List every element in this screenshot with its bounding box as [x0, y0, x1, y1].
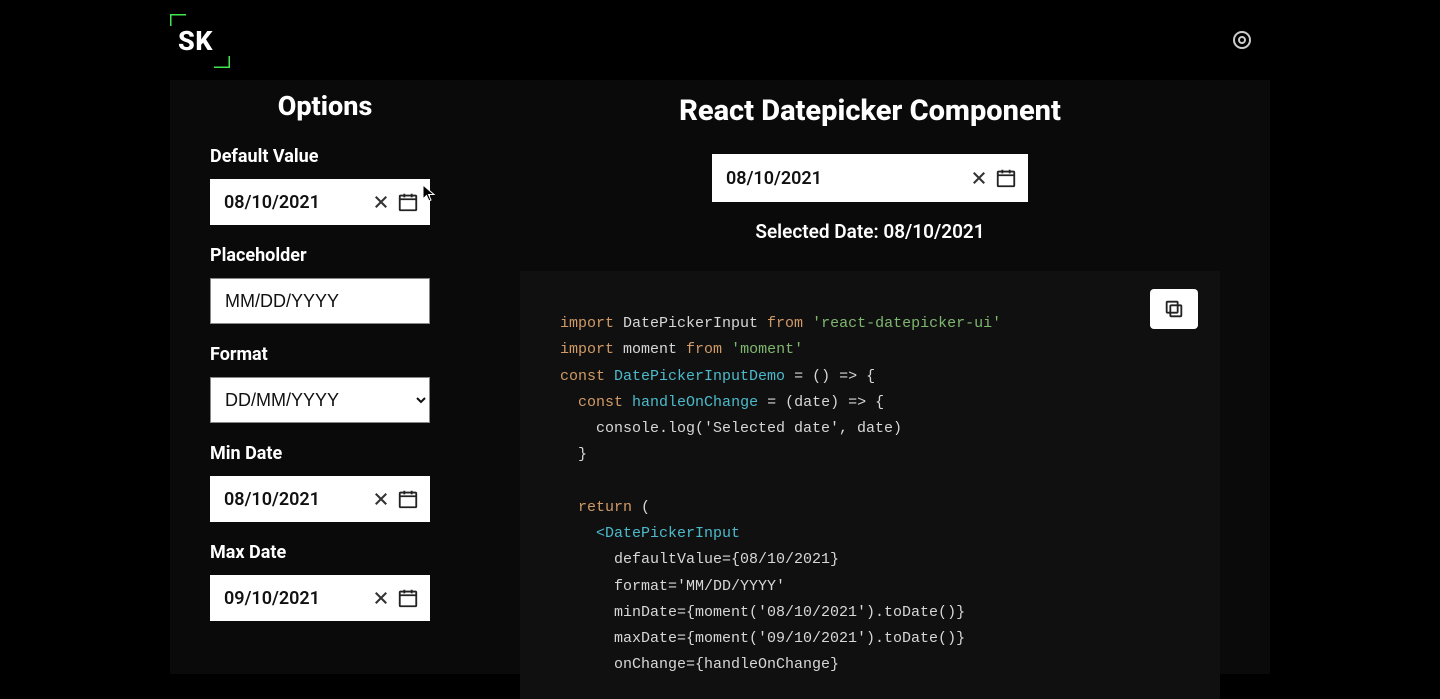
copy-icon [1163, 298, 1185, 320]
option-label: Placeholder [210, 245, 440, 266]
demo-date-input[interactable]: 08/10/2021 [712, 154, 1028, 202]
demo-block: 08/10/2021 Selected Date: 08/10/2021 [712, 154, 1028, 243]
min-date-input[interactable]: 08/10/2021 [210, 476, 430, 522]
option-label: Min Date [210, 443, 440, 464]
option-min-date: Min Date 08/10/2021 [210, 443, 440, 522]
date-value: 09/10/2021 [224, 588, 370, 609]
selected-date-label: Selected Date: 08/10/2021 [755, 220, 984, 243]
options-sidebar: Options Default Value 08/10/2021 Placeho… [170, 80, 470, 674]
date-value: 08/10/2021 [224, 489, 370, 510]
option-label: Format [210, 344, 440, 365]
option-max-date: Max Date 09/10/2021 [210, 542, 440, 621]
copy-code-button[interactable] [1150, 289, 1198, 329]
page-title: React Datepicker Component [679, 94, 1061, 128]
logo-text: SK [178, 25, 213, 57]
gear-icon[interactable] [1230, 28, 1254, 52]
date-value: 08/10/2021 [224, 192, 370, 213]
option-default-value: Default Value 08/10/2021 [210, 146, 440, 225]
option-label: Max Date [210, 542, 440, 563]
page-body: Options Default Value 08/10/2021 Placeho… [170, 80, 1270, 674]
main-panel: React Datepicker Component 08/10/2021 Se… [470, 80, 1270, 674]
max-date-input[interactable]: 09/10/2021 [210, 575, 430, 621]
date-value: 08/10/2021 [726, 168, 968, 189]
clear-icon[interactable] [370, 191, 392, 213]
calendar-icon[interactable] [396, 487, 420, 511]
placeholder-input[interactable] [210, 278, 430, 324]
calendar-icon[interactable] [994, 166, 1018, 190]
clear-icon[interactable] [968, 167, 990, 189]
top-bar: SK [0, 0, 1440, 80]
clear-icon[interactable] [370, 587, 392, 609]
clear-icon[interactable] [370, 488, 392, 510]
calendar-icon[interactable] [396, 190, 420, 214]
code-block: import DatePickerInput from 'react-datep… [520, 271, 1220, 699]
calendar-icon[interactable] [396, 586, 420, 610]
options-heading: Options [210, 90, 440, 122]
logo[interactable]: SK [170, 14, 230, 68]
code-content: import DatePickerInput from 'react-datep… [560, 311, 1190, 679]
format-select[interactable]: DD/MM/YYYY [210, 377, 430, 423]
option-label: Default Value [210, 146, 440, 167]
option-placeholder: Placeholder [210, 245, 440, 324]
option-format: Format DD/MM/YYYY [210, 344, 440, 423]
default-value-input[interactable]: 08/10/2021 [210, 179, 430, 225]
